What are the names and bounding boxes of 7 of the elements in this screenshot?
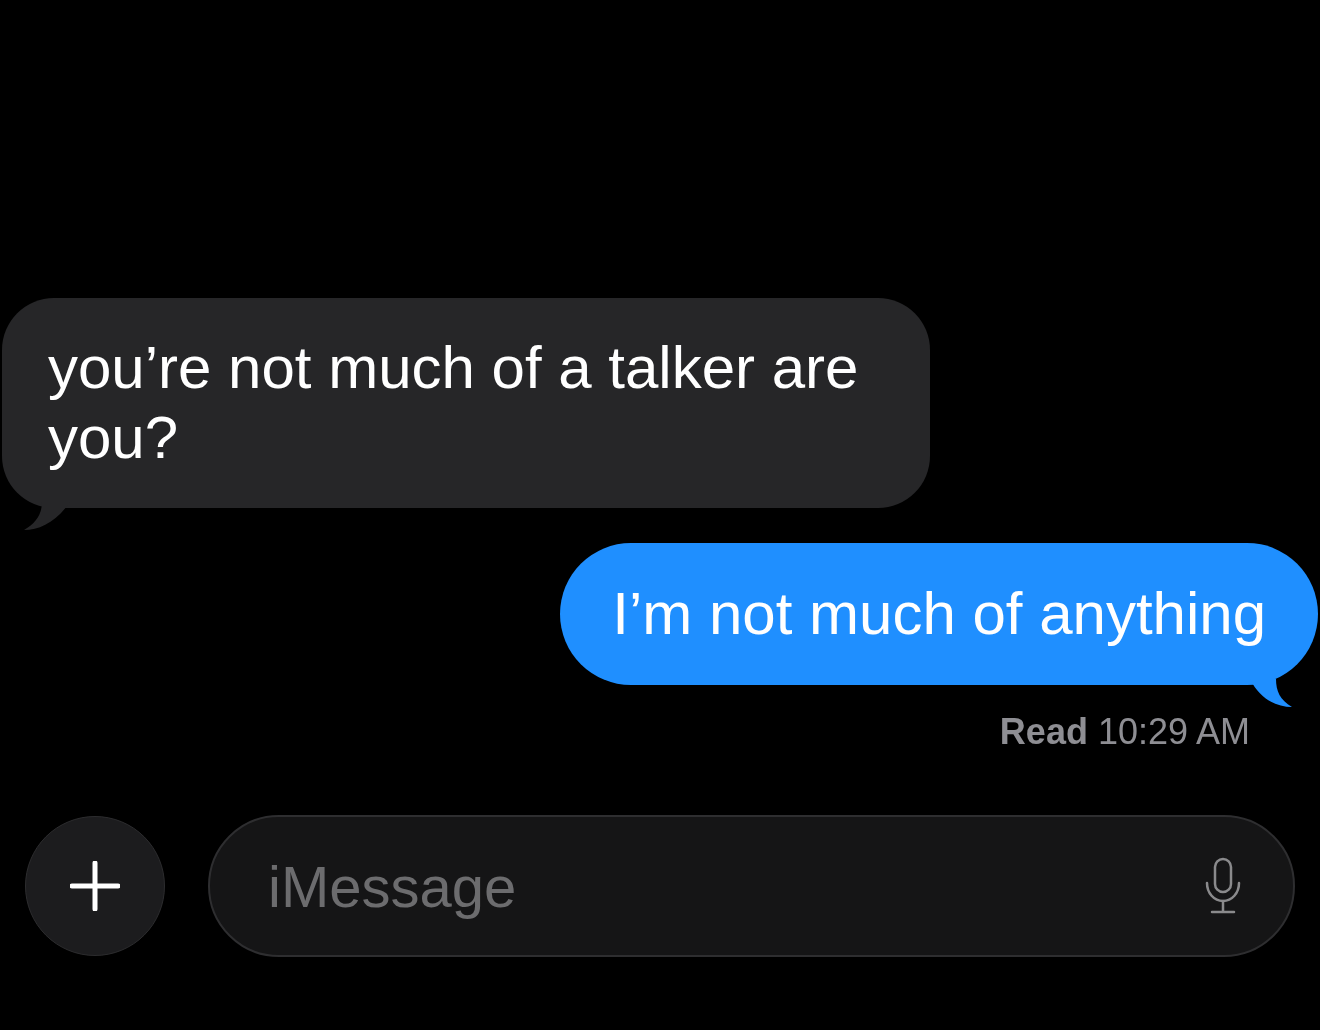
- outgoing-message: I’m not much of anything: [560, 543, 1318, 685]
- microphone-icon[interactable]: [1203, 857, 1243, 915]
- read-receipt: Read 10:29 AM: [999, 711, 1250, 753]
- bubble-tail-icon: [1250, 679, 1292, 707]
- incoming-message: you’re not much of a talker are you?: [2, 298, 930, 508]
- message-field[interactable]: iMessage: [208, 815, 1295, 957]
- plus-icon: [70, 861, 120, 911]
